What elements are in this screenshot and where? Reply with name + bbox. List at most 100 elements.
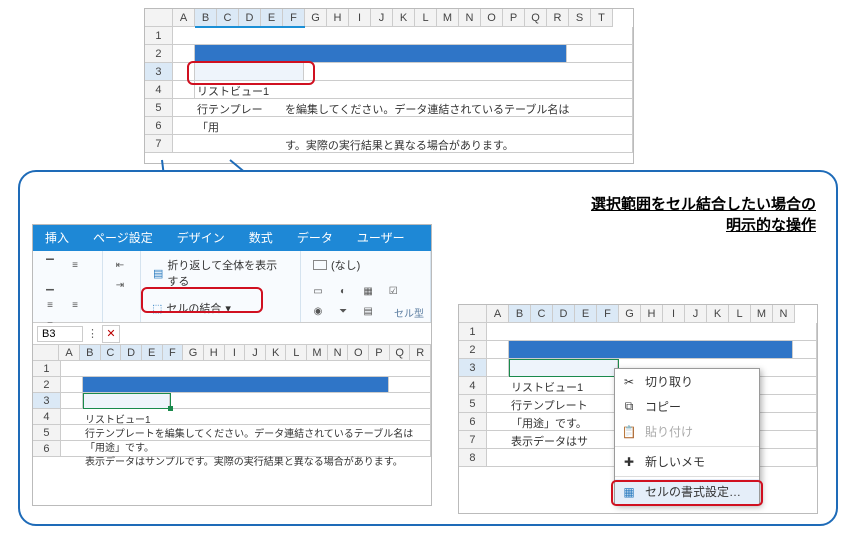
row-header[interactable]: 5 xyxy=(33,425,61,441)
cancel-icon[interactable]: ✕ xyxy=(102,325,120,343)
row-header[interactable]: 1 xyxy=(33,361,61,377)
col-header[interactable]: I xyxy=(225,345,246,361)
celltype-icon[interactable]: ☑ xyxy=(383,282,403,300)
cell[interactable] xyxy=(304,63,633,81)
col-header[interactable]: Q xyxy=(390,345,411,361)
col-header[interactable]: G xyxy=(183,345,204,361)
col-header[interactable]: A xyxy=(173,9,195,27)
tab-data[interactable]: データ xyxy=(285,224,345,251)
row-header[interactable]: 1 xyxy=(459,323,487,341)
tab-insert[interactable]: 挿入 xyxy=(33,224,81,251)
cell[interactable] xyxy=(170,393,431,409)
fill-handle[interactable] xyxy=(168,406,173,411)
ctx-new-memo[interactable]: ✚ 新しいメモ xyxy=(615,449,759,474)
tab-design[interactable]: デザイン xyxy=(165,224,237,251)
align-bottom-icon[interactable]: ▁ xyxy=(40,276,60,294)
col-header[interactable]: K xyxy=(393,9,415,27)
col-header[interactable]: C xyxy=(531,305,553,323)
col-header[interactable]: E xyxy=(261,9,283,27)
cell[interactable] xyxy=(487,341,509,359)
row-header[interactable]: 2 xyxy=(459,341,487,359)
corner-cell[interactable] xyxy=(145,9,173,27)
row-header[interactable]: 5 xyxy=(459,395,487,413)
row-header[interactable]: 6 xyxy=(459,413,487,431)
row-header[interactable]: 3 xyxy=(459,359,487,377)
cell[interactable] xyxy=(173,117,633,135)
row-header[interactable]: 4 xyxy=(145,81,173,99)
col-header[interactable]: H xyxy=(327,9,349,27)
cell[interactable] xyxy=(487,359,509,377)
name-box[interactable]: B3 xyxy=(37,326,83,342)
row-header[interactable]: 1 xyxy=(145,27,173,45)
col-header[interactable]: P xyxy=(369,345,390,361)
cell[interactable] xyxy=(173,27,633,45)
row-header[interactable]: 2 xyxy=(33,377,61,393)
col-header[interactable]: B xyxy=(509,305,531,323)
col-header[interactable]: A xyxy=(59,345,80,361)
cell[interactable] xyxy=(567,45,633,63)
col-header[interactable]: R xyxy=(410,345,431,361)
col-header[interactable]: S xyxy=(569,9,591,27)
cell[interactable] xyxy=(61,393,83,409)
corner-cell[interactable] xyxy=(33,345,59,361)
celltype-icon[interactable]: ▭ xyxy=(308,282,328,300)
col-header[interactable]: R xyxy=(547,9,569,27)
col-header[interactable]: A xyxy=(487,305,509,323)
cell[interactable] xyxy=(389,377,431,393)
col-header[interactable]: K xyxy=(266,345,287,361)
col-header[interactable]: F xyxy=(597,305,619,323)
col-header[interactable]: J xyxy=(371,9,393,27)
col-header[interactable]: G xyxy=(305,9,327,27)
col-header[interactable]: H xyxy=(204,345,225,361)
row-header[interactable]: 7 xyxy=(145,135,173,153)
col-header[interactable]: F xyxy=(283,9,305,27)
col-header[interactable]: C xyxy=(101,345,122,361)
indent-icon[interactable]: ⇥ xyxy=(110,276,130,294)
cell-blue-fill[interactable] xyxy=(83,377,389,393)
row-header[interactable]: 6 xyxy=(145,117,173,135)
col-header[interactable]: D xyxy=(239,9,261,27)
col-header[interactable]: D xyxy=(121,345,142,361)
col-header[interactable]: H xyxy=(641,305,663,323)
corner-cell[interactable] xyxy=(459,305,487,323)
col-header[interactable]: E xyxy=(575,305,597,323)
col-header[interactable]: M xyxy=(751,305,773,323)
col-header[interactable]: O xyxy=(348,345,369,361)
tab-page-setup[interactable]: ページ設定 xyxy=(81,224,165,251)
tab-formula[interactable]: 数式 xyxy=(237,224,285,251)
col-header[interactable]: P xyxy=(503,9,525,27)
row-header[interactable]: 2 xyxy=(145,45,173,63)
celltype-icon[interactable]: ⏷ xyxy=(333,302,353,320)
celltype-icon[interactable]: ▦ xyxy=(358,282,378,300)
row-header[interactable]: 3 xyxy=(33,393,61,409)
celltype-icon[interactable]: ◉ xyxy=(308,302,328,320)
col-header[interactable]: F xyxy=(163,345,184,361)
outdent-icon[interactable]: ⇤ xyxy=(110,256,130,274)
row-header[interactable]: 4 xyxy=(33,409,61,425)
align-left-icon[interactable]: ≡ xyxy=(40,296,60,314)
col-header[interactable]: L xyxy=(415,9,437,27)
col-header[interactable]: J xyxy=(685,305,707,323)
col-header[interactable]: E xyxy=(142,345,163,361)
align-top-icon[interactable]: ▔ xyxy=(40,256,60,274)
ctx-paste[interactable]: 📋 貼り付け xyxy=(615,419,759,444)
col-header[interactable]: L xyxy=(729,305,751,323)
name-box-dropdown-icon[interactable]: ⋮ xyxy=(87,327,98,340)
row-header[interactable]: 6 xyxy=(33,441,61,457)
tab-user[interactable]: ユーザー xyxy=(345,224,417,251)
celltype-icon[interactable]: ▤ xyxy=(358,302,378,320)
col-header[interactable]: B xyxy=(80,345,101,361)
col-header[interactable]: B xyxy=(195,9,217,27)
wrap-text-button[interactable]: ▤ 折り返して全体を表示する xyxy=(147,255,294,291)
col-header[interactable]: I xyxy=(663,305,685,323)
col-header[interactable]: K xyxy=(707,305,729,323)
col-header[interactable]: O xyxy=(481,9,503,27)
ctx-cut[interactable]: ✂ 切り取り xyxy=(615,369,759,394)
col-header[interactable]: M xyxy=(437,9,459,27)
col-header[interactable]: I xyxy=(349,9,371,27)
col-header[interactable]: N xyxy=(328,345,349,361)
col-header[interactable]: T xyxy=(591,9,613,27)
col-header[interactable]: J xyxy=(245,345,266,361)
col-header[interactable]: N xyxy=(459,9,481,27)
col-header[interactable]: M xyxy=(307,345,328,361)
